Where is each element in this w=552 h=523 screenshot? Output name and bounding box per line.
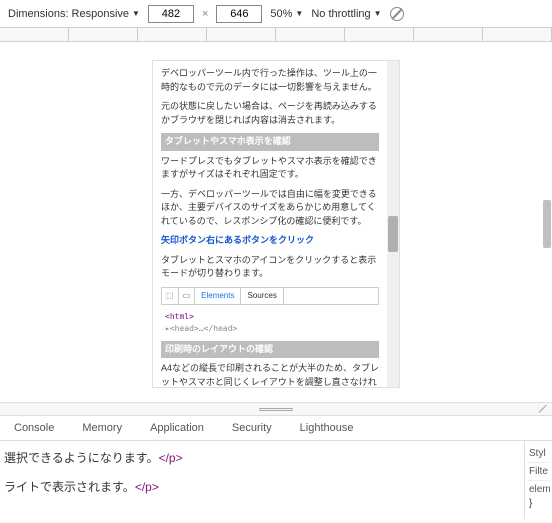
brace: } [527,498,550,509]
code-line: ▸<head>…</head> [165,323,379,335]
paragraph: A4などの縦長で印刷されることが大半のため、タブレットやスマホと同じくレイアウト… [161,362,379,387]
chevron-down-icon: ▼ [295,9,303,18]
styles-tab[interactable]: Styl [527,445,550,463]
device-toolbar: Dimensions: Responsive ▼ × 50% ▼ No thro… [0,0,552,28]
device-icon[interactable]: ▭ [179,288,196,304]
width-input[interactable] [148,5,194,23]
link-text[interactable]: 矢印ボタン右にあるボタンをクリック [161,234,379,248]
throttling-value: No throttling [311,8,370,20]
paragraph: タブレットとスマホのアイコンをクリックすると表示モードが切り替わります。 [161,254,379,281]
tab-console[interactable]: Console [14,422,54,434]
dimension-separator: × [202,8,208,20]
grip-lines-icon [259,408,293,411]
source-panel: 選択できるようになります。</p> ライトで表示されます。</p> Styl F… [0,441,552,519]
filter-input[interactable]: Filte [527,463,550,481]
outer-scrollbar-thumb[interactable] [543,200,551,248]
tab-application[interactable]: Application [150,422,204,434]
section-heading: タブレットやスマホ表示を確認 [161,133,379,151]
tab-memory[interactable]: Memory [82,422,122,434]
section-heading: 印刷時のレイアウトの確認 [161,341,379,359]
selector-text: elem [527,481,550,498]
html-tag: </p> [159,451,183,465]
paragraph: ワードプレスでもタブレットやスマホ表示を確認できますがサイズはそれぞれ固定です。 [161,155,379,182]
dimensions-label: Dimensions: [8,8,69,20]
drawer-tabs: Console Memory Application Security Ligh… [0,416,552,441]
inspect-icon[interactable]: ⬚ [162,288,179,304]
code-line: 選択できるようになります。</p> [4,449,520,466]
device-viewport: デベロッパーツール内で行った操作は、ツール上の一時的なもので元のデータには一切影… [0,42,552,402]
scrollbar-thumb[interactable] [388,216,398,252]
chevron-down-icon: ▼ [132,9,140,18]
rotate-icon[interactable] [390,7,404,21]
tab-lighthouse[interactable]: Lighthouse [300,422,354,434]
zoom-value: 50% [270,8,292,20]
page-content: デベロッパーツール内で行った操作は、ツール上の一時的なもので元のデータには一切影… [153,61,387,387]
paragraph: デベロッパーツール内で行った操作は、ツール上の一時的なもので元のデータには一切影… [161,67,379,94]
resize-corner-icon [538,403,548,413]
throttling-dropdown[interactable]: No throttling ▼ [311,8,381,20]
paragraph: 一方、デベロッパーツールでは自由に幅を変更できるほか、主要デバイスのサイズをあら… [161,188,379,229]
drawer-resize-handle[interactable] [0,402,552,416]
code-line: ライトで表示されます。</p> [4,478,520,495]
responsive-label: Responsive [72,8,129,20]
zoom-dropdown[interactable]: 50% ▼ [270,8,303,20]
device-frame: デベロッパーツール内で行った操作は、ツール上の一時的なもので元のデータには一切影… [152,60,400,388]
tab-sources[interactable]: Sources [241,288,283,304]
dimensions-dropdown[interactable]: Dimensions: Responsive ▼ [8,8,140,20]
tab-elements[interactable]: Elements [195,288,241,304]
paragraph: 元の状態に戻したい場合は、ページを再読み込みするかブラウザを閉じれば内容は消去さ… [161,100,379,127]
scrollbar-vertical[interactable] [387,61,399,387]
code-line: <html> [165,311,379,323]
tab-security[interactable]: Security [232,422,272,434]
chevron-down-icon: ▼ [374,9,382,18]
html-tag: </p> [135,480,159,494]
source-code: 選択できるようになります。</p> ライトで表示されます。</p> [0,441,524,519]
devtools-mini-tabs: ⬚ ▭ Elements Sources [161,287,379,305]
height-input[interactable] [216,5,262,23]
ruler-bar [0,28,552,42]
styles-panel: Styl Filte elem } [524,441,552,519]
